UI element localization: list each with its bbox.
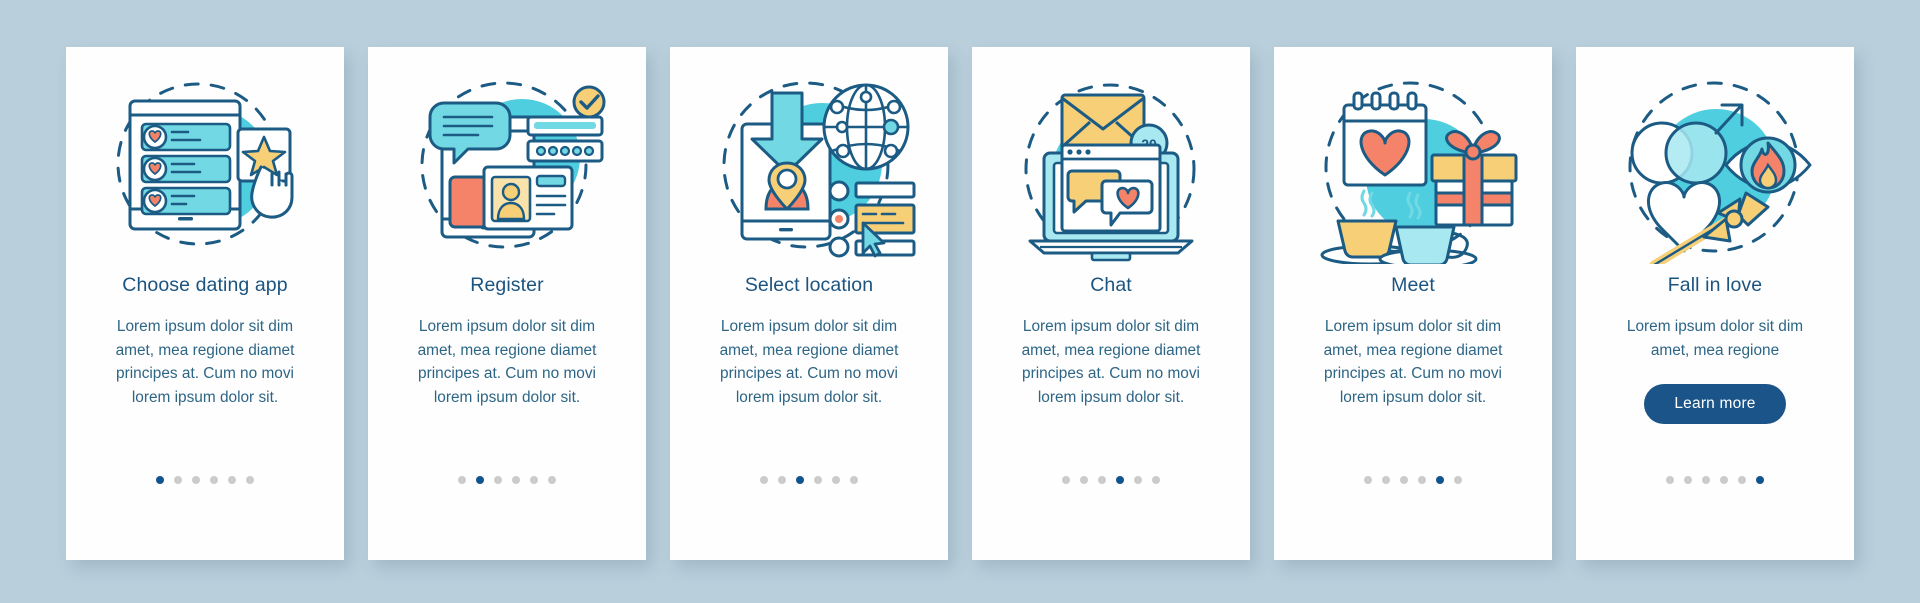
pagination-dot-4[interactable] bbox=[814, 476, 822, 484]
pagination-dot-6[interactable] bbox=[1454, 476, 1462, 484]
pagination-dot-1[interactable] bbox=[156, 476, 164, 484]
pagination-dot-1[interactable] bbox=[760, 476, 768, 484]
pagination-dot-1[interactable] bbox=[1062, 476, 1070, 484]
pagination-dot-2[interactable] bbox=[1382, 476, 1390, 484]
pagination-dot-6[interactable] bbox=[246, 476, 254, 484]
gender-symbols-eye-flame-heart-arrow-icon bbox=[1600, 69, 1830, 264]
onboarding-card-meet: Meet Lorem ipsum dolor sit dim amet, mea… bbox=[1274, 47, 1552, 560]
card-body-text: Lorem ipsum dolor sit dim amet, mea regi… bbox=[1626, 318, 1804, 359]
pagination-dot-4[interactable] bbox=[512, 476, 520, 484]
pagination-dot-2[interactable] bbox=[778, 476, 786, 484]
card-body-text: Lorem ipsum dolor sit dim amet, mea regi… bbox=[719, 318, 899, 406]
pagination-dot-5[interactable] bbox=[1134, 476, 1142, 484]
pagination-dot-3[interactable] bbox=[1400, 476, 1408, 484]
pagination-dot-4[interactable] bbox=[1116, 476, 1124, 484]
phone-chat-bubble-id-card-check-icon bbox=[392, 69, 622, 264]
pagination-dot-5[interactable] bbox=[1738, 476, 1746, 484]
card-title: Fall in love bbox=[1667, 274, 1763, 296]
card-title: Register bbox=[470, 274, 544, 296]
pagination-dot-3[interactable] bbox=[494, 476, 502, 484]
pagination-dot-6[interactable] bbox=[548, 476, 556, 484]
pagination-dot-1[interactable] bbox=[1364, 476, 1372, 484]
card-title: Choose dating app bbox=[122, 274, 288, 296]
pagination-dot-2[interactable] bbox=[476, 476, 484, 484]
phone-heart-list-star-tap-icon bbox=[90, 69, 320, 264]
onboarding-card-register: Register Lorem ipsum dolor sit dim amet,… bbox=[368, 47, 646, 560]
pagination-dot-3[interactable] bbox=[796, 476, 804, 484]
pagination-dot-5[interactable] bbox=[1436, 476, 1444, 484]
onboarding-card-fall-in-love: Fall in love Lorem ipsum dolor sit dim a… bbox=[1576, 47, 1854, 560]
onboarding-card-chat: 20 Chat Lorem ipsum dolor sit dim amet, … bbox=[972, 47, 1250, 560]
card-body-text: Lorem ipsum dolor sit dim amet, mea regi… bbox=[1021, 318, 1201, 406]
pagination-dots bbox=[1274, 476, 1552, 484]
pagination-dots bbox=[670, 476, 948, 484]
pagination-dot-2[interactable] bbox=[1080, 476, 1088, 484]
pagination-dot-1[interactable] bbox=[1666, 476, 1674, 484]
pagination-dot-2[interactable] bbox=[174, 476, 182, 484]
onboarding-screens: Choose dating app Lorem ipsum dolor sit … bbox=[0, 0, 1920, 603]
card-body-text: Lorem ipsum dolor sit dim amet, mea regi… bbox=[115, 318, 295, 406]
pagination-dot-4[interactable] bbox=[1418, 476, 1426, 484]
pagination-dot-3[interactable] bbox=[192, 476, 200, 484]
pagination-dot-6[interactable] bbox=[1756, 476, 1764, 484]
pagination-dots bbox=[368, 476, 646, 484]
pagination-dot-6[interactable] bbox=[850, 476, 858, 484]
pagination-dot-6[interactable] bbox=[1152, 476, 1160, 484]
pagination-dot-1[interactable] bbox=[458, 476, 466, 484]
onboarding-card-choose-dating-app: Choose dating app Lorem ipsum dolor sit … bbox=[66, 47, 344, 560]
phone-download-map-pin-globe-icon bbox=[694, 69, 924, 264]
pagination-dot-5[interactable] bbox=[228, 476, 236, 484]
card-title: Meet bbox=[1391, 274, 1435, 296]
learn-more-button[interactable]: Learn more bbox=[1644, 384, 1786, 425]
card-body-text: Lorem ipsum dolor sit dim amet, mea regi… bbox=[417, 318, 597, 406]
pagination-dot-5[interactable] bbox=[530, 476, 538, 484]
pagination-dots bbox=[1576, 476, 1854, 484]
pagination-dot-2[interactable] bbox=[1684, 476, 1692, 484]
calendar-heart-gift-coffee-cups-icon bbox=[1298, 69, 1528, 264]
pagination-dots bbox=[66, 476, 344, 484]
card-body-text: Lorem ipsum dolor sit dim amet, mea regi… bbox=[1323, 318, 1503, 406]
pagination-dot-3[interactable] bbox=[1702, 476, 1710, 484]
card-title: Chat bbox=[1090, 274, 1132, 296]
pagination-dot-4[interactable] bbox=[1720, 476, 1728, 484]
pagination-dots bbox=[972, 476, 1250, 484]
laptop-envelope-message-heart-icon: 20 bbox=[996, 69, 1226, 264]
pagination-dot-4[interactable] bbox=[210, 476, 218, 484]
pagination-dot-5[interactable] bbox=[832, 476, 840, 484]
pagination-dot-3[interactable] bbox=[1098, 476, 1106, 484]
onboarding-card-select-location: Select location Lorem ipsum dolor sit di… bbox=[670, 47, 948, 560]
card-title: Select location bbox=[744, 274, 874, 296]
